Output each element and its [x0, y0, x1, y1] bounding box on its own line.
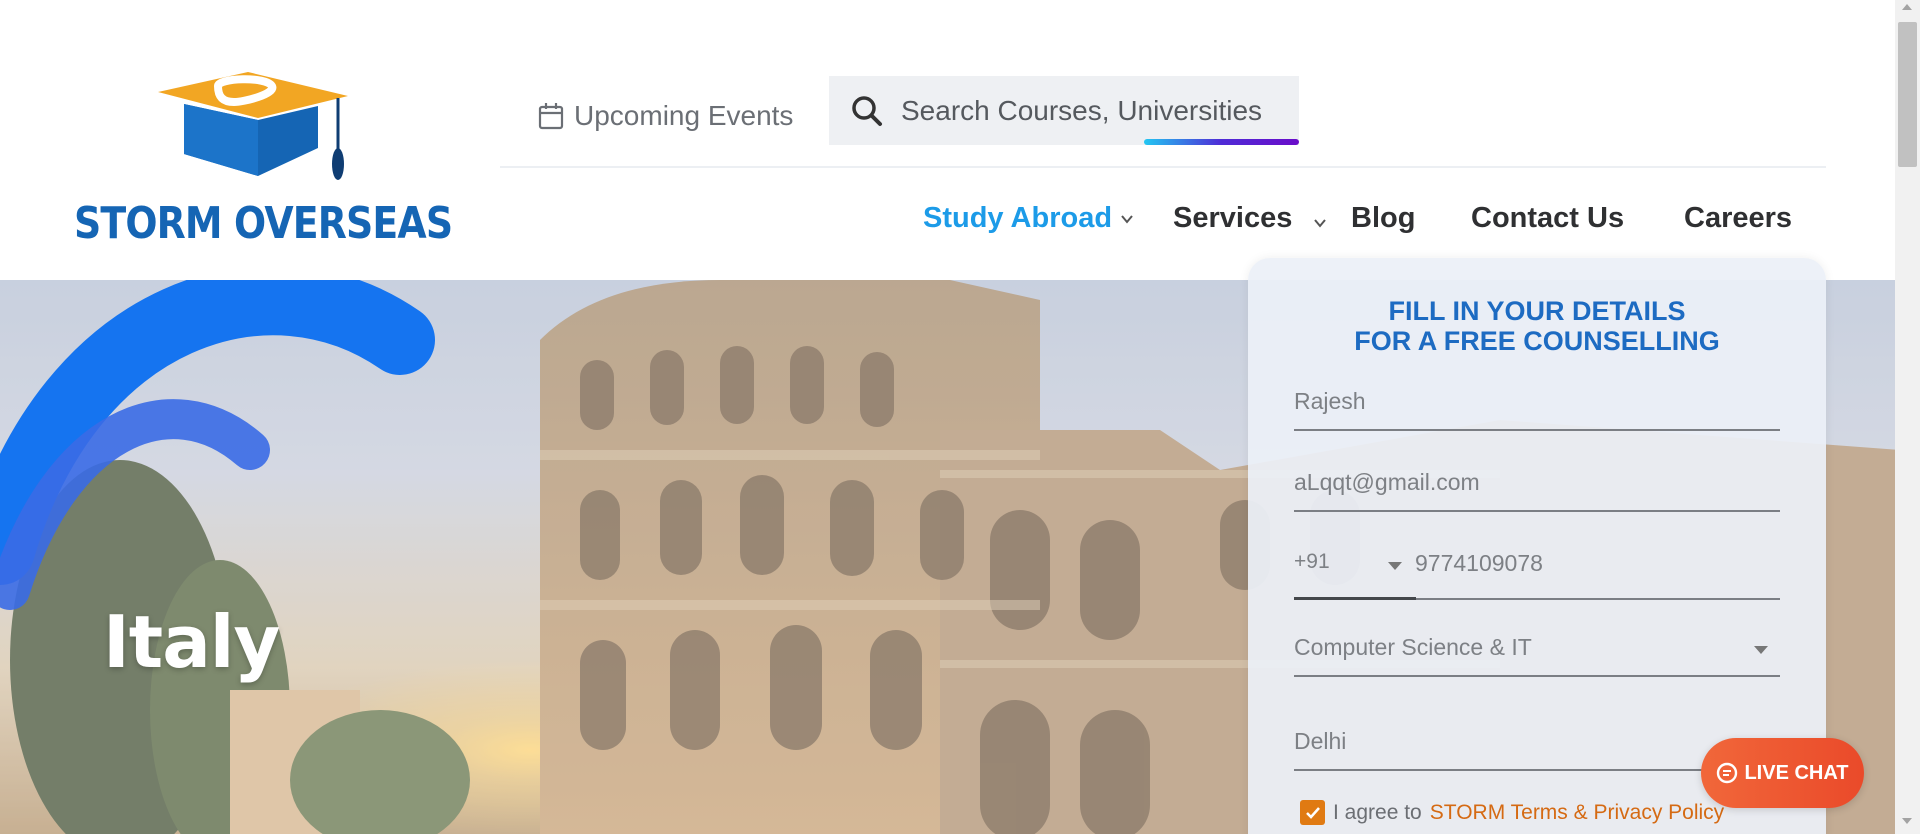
email-field[interactable]: aLqqt@gmail.com: [1294, 469, 1780, 512]
scroll-up-arrow-icon[interactable]: [1902, 4, 1912, 10]
caret-down-icon: [1388, 562, 1402, 570]
country-code-value: +91: [1294, 550, 1330, 573]
checkmark-icon: [1305, 806, 1320, 819]
scroll-down-arrow-icon[interactable]: [1902, 818, 1912, 824]
phone-field[interactable]: 9774109078: [1415, 550, 1543, 577]
live-chat-button[interactable]: LIVE CHAT: [1701, 738, 1864, 808]
main-nav: Study Abroad Services Blog Contact Us Ca…: [0, 202, 1895, 242]
search-placeholder: Search Courses, Universities: [901, 94, 1263, 126]
terms-checkbox[interactable]: [1300, 800, 1325, 825]
name-field-value: Rajesh: [1294, 388, 1366, 414]
header-top-row: Upcoming Events Search Courses, Universi…: [500, 76, 1826, 168]
upcoming-events-link[interactable]: Upcoming Events: [538, 100, 793, 132]
calendar-icon: [538, 103, 564, 130]
chat-bubble-icon: [1717, 762, 1738, 784]
city-field-value: Delhi: [1294, 728, 1347, 754]
nav-services-label: Services: [1173, 202, 1293, 234]
live-chat-label: LIVE CHAT: [1744, 761, 1849, 784]
nav-study-abroad-label: Study Abroad: [923, 202, 1113, 234]
scrollbar-thumb[interactable]: [1898, 22, 1917, 167]
form-title-line1: FILL IN YOUR DETAILS: [1388, 296, 1686, 326]
terms-link[interactable]: STORM Terms & Privacy Policy: [1430, 801, 1724, 825]
phone-field-group: +91 9774109078: [1294, 550, 1780, 600]
search-icon: [852, 95, 882, 126]
search-underline: [1144, 139, 1299, 145]
caret-down-icon: [1754, 646, 1768, 654]
course-select[interactable]: Computer Science & IT: [1294, 634, 1780, 677]
terms-agreement: I agree to STORM Terms & Privacy Policy: [1300, 800, 1724, 825]
country-code-select[interactable]: +91: [1294, 550, 1416, 600]
email-field-value: aLqqt@gmail.com: [1294, 469, 1480, 495]
form-title: FILL IN YOUR DETAILS FOR A FREE COUNSELL…: [1248, 296, 1826, 356]
nav-services[interactable]: Services: [1173, 202, 1292, 235]
name-field[interactable]: Rajesh: [1294, 388, 1780, 431]
nav-careers-label: Careers: [1684, 202, 1793, 234]
phone-field-value: 9774109078: [1415, 550, 1543, 576]
site-header: STORM OVERSEAS Upcoming Events Search Co…: [0, 0, 1895, 280]
nav-contact-us-label: Contact Us: [1471, 202, 1625, 234]
hero-title: Italy: [103, 600, 280, 684]
page-scrollbar[interactable]: [1895, 0, 1920, 834]
upcoming-events-label: Upcoming Events: [574, 100, 794, 131]
nav-study-abroad[interactable]: Study Abroad: [923, 202, 1134, 235]
course-select-value: Computer Science & IT: [1294, 634, 1532, 660]
nav-blog-label: Blog: [1351, 202, 1416, 234]
nav-careers[interactable]: Careers: [1684, 202, 1792, 235]
search-input[interactable]: Search Courses, Universities: [829, 76, 1299, 145]
nav-contact-us[interactable]: Contact Us: [1471, 202, 1624, 235]
chevron-down-icon: [1121, 214, 1133, 224]
graduation-cap-icon: [158, 72, 348, 180]
chevron-down-icon[interactable]: [1313, 216, 1327, 230]
nav-blog[interactable]: Blog: [1351, 202, 1415, 235]
terms-text: I agree to: [1333, 800, 1422, 824]
form-title-line2: FOR A FREE COUNSELLING: [1354, 326, 1720, 356]
